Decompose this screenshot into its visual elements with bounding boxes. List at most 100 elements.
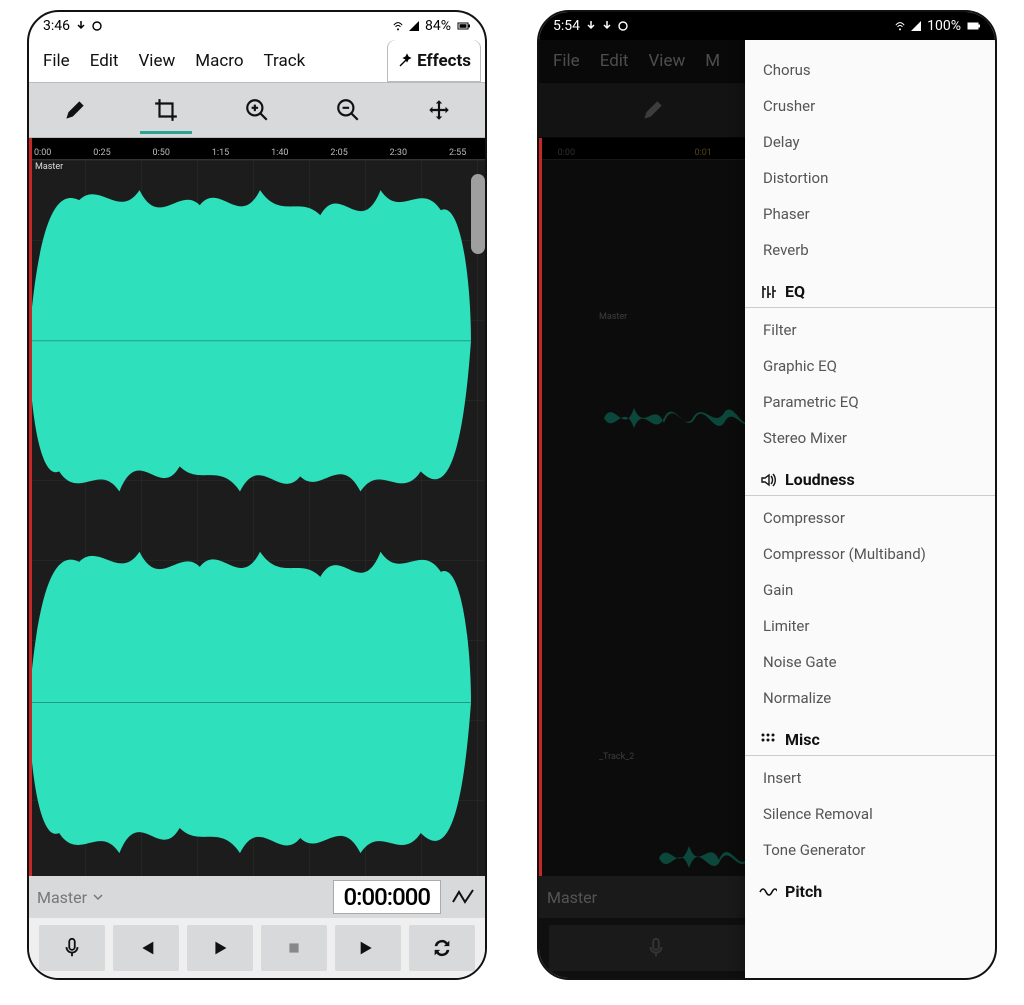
status-bar: 3:46 84% [29, 12, 485, 40]
status-time: 3:46 [43, 18, 70, 34]
effects-menu-panel: Chorus Crusher Delay Distortion Phaser R… [745, 40, 995, 978]
play-icon [209, 937, 231, 959]
pencil-icon [62, 97, 88, 123]
skip-forward-icon [357, 937, 379, 959]
fx-normalize[interactable]: Normalize [745, 680, 995, 716]
tool-edit[interactable] [35, 82, 115, 138]
eq-header-label: EQ [785, 282, 805, 301]
play-button[interactable] [187, 925, 253, 971]
fx-header-loudness: Loudness [745, 456, 995, 496]
skip-back-icon [135, 937, 157, 959]
status-right: 84% [393, 18, 471, 34]
stop-button[interactable] [261, 925, 327, 971]
pitch-header-label: Pitch [785, 882, 822, 901]
status-right: 100% [895, 18, 981, 34]
misc-header-label: Misc [785, 730, 820, 749]
fx-compressor-multiband[interactable]: Compressor (Multiband) [745, 536, 995, 572]
fx-graphic-eq[interactable]: Graphic EQ [745, 348, 995, 384]
battery-icon [967, 21, 981, 31]
menu-view[interactable]: View [128, 40, 185, 82]
download-icon [602, 21, 612, 31]
sine-icon [759, 883, 777, 901]
tick: 0:25 [93, 148, 110, 158]
menu-macro[interactable]: Macro [185, 40, 253, 82]
menu-file[interactable]: File [33, 40, 80, 82]
transport-bar [29, 918, 485, 978]
waveform-display [29, 160, 471, 876]
phone-left: 3:46 84% File Edit View Macro Track Effe… [27, 10, 487, 980]
tool-zoom-out[interactable] [308, 82, 388, 138]
tool-crop[interactable] [126, 82, 206, 138]
sliders-icon [759, 283, 777, 301]
fx-limiter[interactable]: Limiter [745, 608, 995, 644]
status-left: 3:46 [43, 18, 102, 34]
tick: 0:00 [34, 148, 51, 158]
fx-header-eq: EQ [745, 268, 995, 308]
status-battery: 100% [927, 18, 961, 34]
fx-header-pitch: Pitch [745, 868, 995, 907]
toolbar [29, 82, 485, 138]
fx-distortion[interactable]: Distortion [745, 160, 995, 196]
stop-icon [283, 937, 305, 959]
zoom-out-icon [335, 97, 361, 123]
fx-gain[interactable]: Gain [745, 572, 995, 608]
download-icon [586, 21, 596, 31]
chevron-down-icon [93, 892, 103, 902]
envelope-button[interactable] [449, 883, 477, 911]
loop-button[interactable] [409, 925, 475, 971]
grid-icon [759, 731, 777, 749]
playhead-cursor [539, 138, 542, 876]
track-select-label: Master [37, 888, 87, 907]
menu-edit[interactable]: Edit [80, 40, 129, 82]
record-button[interactable] [39, 925, 105, 971]
timeline[interactable]: 0:00 0:25 0:50 1:15 1:40 2:05 2:30 2:55 [29, 138, 485, 160]
tick: 1:40 [271, 148, 288, 158]
download-icon [76, 21, 86, 31]
loud-header-label: Loudness [785, 470, 855, 489]
signal-icon [409, 21, 419, 31]
fx-chorus[interactable]: Chorus [745, 52, 995, 88]
phone-right: 5:54 100% File Edit View M 0:00 0:01 0:0… [537, 10, 997, 980]
fx-crusher[interactable]: Crusher [745, 88, 995, 124]
fx-filter[interactable]: Filter [745, 312, 995, 348]
fx-header-misc: Misc [745, 716, 995, 756]
tool-move[interactable] [399, 82, 479, 138]
circle-icon [618, 21, 628, 31]
skip-back-button[interactable] [113, 925, 179, 971]
menu-effects[interactable]: Effects [387, 40, 481, 82]
fx-phaser[interactable]: Phaser [745, 196, 995, 232]
fx-tone-generator[interactable]: Tone Generator [745, 832, 995, 868]
effects-label: Effects [417, 51, 471, 71]
playhead-cursor[interactable] [29, 138, 32, 876]
status-left: 5:54 [553, 18, 628, 34]
status-battery: 84% [425, 18, 451, 34]
wifi-icon [393, 21, 403, 31]
mic-icon [61, 937, 83, 959]
track-label: Master [35, 162, 63, 172]
menu-bar: File Edit View Macro Track Effects [29, 40, 485, 82]
fx-stereo-mixer[interactable]: Stereo Mixer [745, 420, 995, 456]
tick: 1:15 [212, 148, 229, 158]
menu-track[interactable]: Track [254, 40, 316, 82]
loop-icon [431, 937, 453, 959]
fx-reverb[interactable]: Reverb [745, 232, 995, 268]
scroll-handle[interactable] [471, 174, 485, 254]
tick: 0:50 [153, 148, 170, 158]
fx-parametric-eq[interactable]: Parametric EQ [745, 384, 995, 420]
battery-icon [457, 21, 471, 31]
circle-icon [92, 21, 102, 31]
volume-icon [759, 471, 777, 489]
tick: 2:05 [330, 148, 347, 158]
fx-insert[interactable]: Insert [745, 760, 995, 796]
track-selector[interactable]: Master [37, 888, 325, 907]
fx-silence-removal[interactable]: Silence Removal [745, 796, 995, 832]
time-display: 0:00:000 [333, 880, 442, 914]
fx-noise-gate[interactable]: Noise Gate [745, 644, 995, 680]
skip-forward-button[interactable] [335, 925, 401, 971]
waveform-area[interactable]: 0:00 0:25 0:50 1:15 1:40 2:05 2:30 2:55 … [29, 138, 485, 876]
fx-delay[interactable]: Delay [745, 124, 995, 160]
wand-icon [397, 53, 413, 69]
fx-compressor[interactable]: Compressor [745, 500, 995, 536]
crop-icon [153, 97, 179, 123]
tool-zoom-in[interactable] [217, 82, 297, 138]
